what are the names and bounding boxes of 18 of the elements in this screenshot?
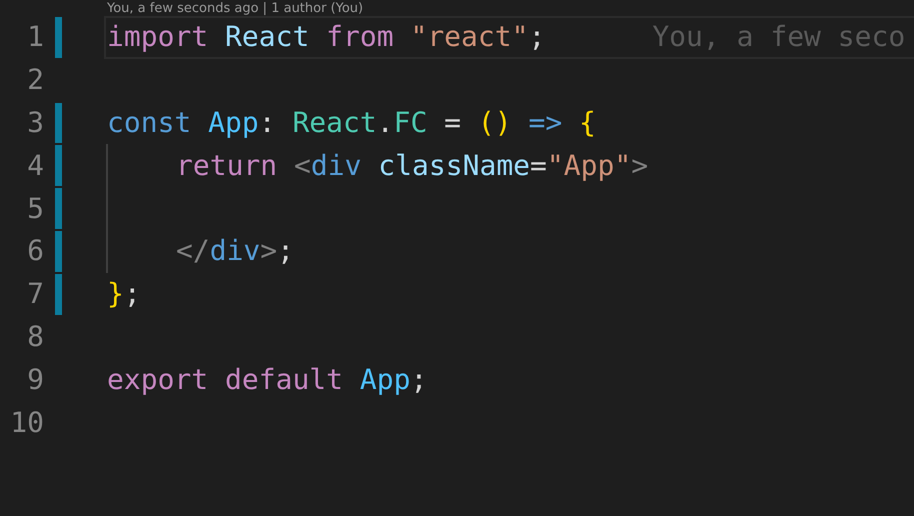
line-number: 2 <box>26 66 44 94</box>
line-number: 8 <box>26 322 44 351</box>
line-number: 9 <box>26 366 44 394</box>
line-number: 5 <box>26 194 44 223</box>
code-line: const App: React.FC = () => { <box>107 108 596 137</box>
code-line: import React from "react"; <box>107 23 546 52</box>
code-line: return <div className="App"> <box>176 152 648 180</box>
code-line: </div>; <box>176 237 294 266</box>
code-line: export default App; <box>107 366 428 394</box>
line-number: 4 <box>26 152 44 180</box>
code-line: }; <box>107 280 141 308</box>
line-number: 6 <box>26 237 44 266</box>
inline-blame: You, a few seco <box>652 23 906 52</box>
line-number: 10 <box>9 408 44 437</box>
line-number: 7 <box>26 280 44 308</box>
line-number: 3 <box>26 108 44 137</box>
codelens-annotation[interactable]: You, a few seconds ago | 1 author (You) <box>107 2 364 14</box>
line-number: 1 <box>26 23 44 52</box>
